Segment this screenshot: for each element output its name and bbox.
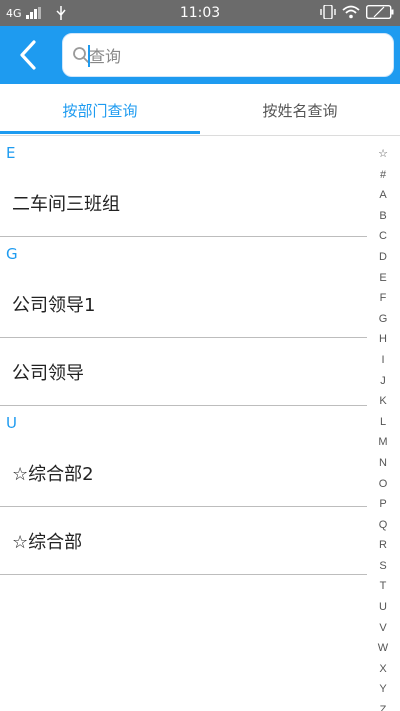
chevron-left-icon	[20, 40, 36, 70]
index-letter[interactable]: D	[379, 247, 387, 268]
index-letter[interactable]: O	[379, 474, 388, 495]
tab-by-name[interactable]: 按姓名查询	[200, 84, 400, 136]
index-letter[interactable]: G	[379, 309, 388, 330]
index-letter[interactable]: S	[379, 556, 386, 577]
battery-icon	[366, 5, 394, 19]
index-letter[interactable]: T	[380, 576, 387, 597]
index-letter[interactable]: A	[379, 185, 386, 206]
index-letter[interactable]: U	[379, 597, 387, 618]
index-letter[interactable]: I	[381, 350, 384, 371]
index-letter[interactable]: E	[379, 268, 386, 289]
tab-by-department[interactable]: 按部门查询	[0, 84, 200, 136]
index-letter[interactable]: C	[379, 226, 387, 247]
index-letter[interactable]: H	[379, 329, 387, 350]
section-header-g: G	[6, 245, 18, 263]
vibrate-icon	[320, 5, 336, 19]
alphabet-index-bar[interactable]: ☆ # A B C D E F G H I J K L M N O P Q R S T U V W X Y Z	[366, 144, 400, 711]
wifi-icon	[342, 5, 360, 19]
index-letter[interactable]: V	[379, 618, 386, 639]
active-tab-indicator	[0, 131, 200, 134]
app-header	[0, 26, 400, 84]
list-item[interactable]: 公司领导	[0, 338, 367, 406]
index-letter[interactable]: B	[379, 206, 386, 227]
status-bar: 4G 11:03	[0, 0, 400, 26]
index-letter[interactable]: W	[378, 638, 388, 659]
index-letter[interactable]: P	[379, 494, 386, 515]
index-letter[interactable]: Q	[379, 515, 388, 536]
back-button[interactable]	[14, 38, 44, 72]
index-letter[interactable]: K	[379, 391, 386, 412]
search-box[interactable]	[62, 33, 394, 77]
index-letter[interactable]: X	[379, 659, 386, 680]
department-list: E 二车间三班组 G 公司领导1 公司领导 U ☆综合部2 ☆综合部	[0, 136, 367, 575]
index-letter[interactable]: Z	[380, 700, 387, 711]
section-header-e: E	[6, 144, 16, 162]
list-item[interactable]: ☆综合部	[0, 507, 367, 575]
index-letter[interactable]: #	[380, 165, 386, 186]
index-letter[interactable]: ☆	[378, 144, 388, 165]
section-header-u: U	[6, 414, 17, 432]
index-letter[interactable]: Y	[379, 679, 386, 700]
list-item[interactable]: 二车间三班组	[0, 169, 367, 237]
index-letter[interactable]: J	[380, 371, 386, 392]
index-letter[interactable]: M	[378, 432, 387, 453]
search-input[interactable]	[89, 40, 379, 72]
list-item[interactable]: 公司领导1	[0, 270, 367, 338]
index-letter[interactable]: F	[380, 288, 387, 309]
index-letter[interactable]: N	[379, 453, 387, 474]
tab-bar: 按部门查询 按姓名查询	[0, 84, 400, 136]
index-letter[interactable]: R	[379, 535, 387, 556]
list-item[interactable]: ☆综合部2	[0, 439, 367, 507]
index-letter[interactable]: L	[380, 412, 386, 433]
